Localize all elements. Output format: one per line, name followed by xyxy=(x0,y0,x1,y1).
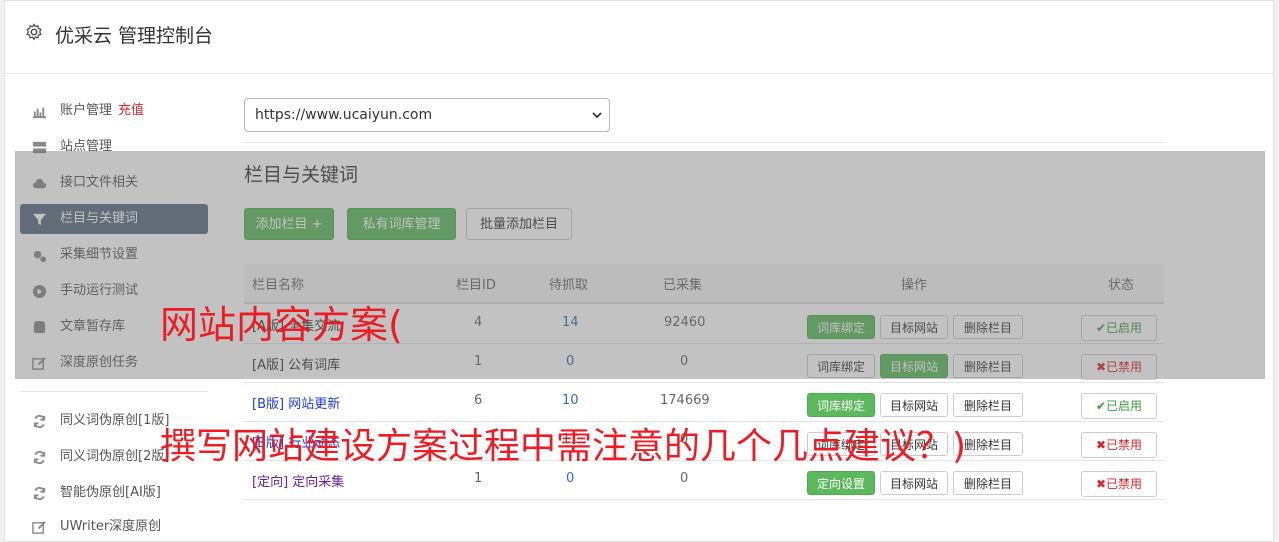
status-badge[interactable]: ✖已禁用 xyxy=(1081,432,1157,458)
refresh-icon xyxy=(33,486,46,501)
sidebar-item-ai-original[interactable]: 智能伪原创[AI版] xyxy=(20,478,208,508)
overlay-caption-line1: 网站内容方案( xyxy=(160,303,403,347)
status-badge[interactable]: ✔已启用 xyxy=(1081,393,1157,419)
refresh-icon xyxy=(33,450,46,465)
delete-column-button[interactable]: 删除栏目 xyxy=(953,471,1023,495)
site-select-value: https://www.ucaiyun.com xyxy=(255,107,433,123)
sidebar-item-label: 同义词伪原创[1版] xyxy=(60,413,170,428)
column-name[interactable]: [B版] 网站更新 xyxy=(252,393,340,412)
pending-count[interactable]: 0 xyxy=(566,471,574,486)
status-badge[interactable]: ✖已禁用 xyxy=(1081,471,1157,497)
bar-chart-icon xyxy=(32,107,47,119)
column-name[interactable]: [定向] 定向采集 xyxy=(252,471,344,490)
directed-settings-button[interactable]: 定向设置 xyxy=(807,471,875,495)
refresh-icon xyxy=(33,414,46,429)
close-icon: ✖ xyxy=(1095,477,1107,491)
sidebar-item-label: 账户管理 xyxy=(60,103,113,118)
sidebar-item-uwriter[interactable]: UWriter深度原创 xyxy=(20,512,208,542)
collected-count: 0 xyxy=(680,471,689,486)
check-icon: ✔ xyxy=(1095,399,1107,413)
column-id: 6 xyxy=(474,393,483,408)
overlay-caption-line2: 撰写网站建设方案过程中需注意的几个几点建议？) xyxy=(160,426,967,467)
sidebar-item-account[interactable]: 账户管理 充值 xyxy=(20,96,208,126)
sidebar-item-label: 智能伪原创[AI版] xyxy=(60,485,161,500)
page-title: 优采云 管理控制台 xyxy=(55,25,214,47)
sidebar-divider xyxy=(20,391,208,392)
edit-icon xyxy=(32,521,46,534)
gear-icon xyxy=(26,23,42,41)
sidebar-item-label: UWriter深度原创 xyxy=(60,519,162,534)
column-id: 1 xyxy=(474,471,483,486)
recharge-link[interactable]: 充值 xyxy=(118,103,144,118)
target-site-button[interactable]: 目标网站 xyxy=(880,393,948,417)
collected-count: 174669 xyxy=(660,393,710,408)
content-divider xyxy=(244,142,1164,143)
site-select[interactable]: https://www.ucaiyun.com xyxy=(244,98,610,132)
header: 优采云 管理控制台 xyxy=(5,1,1273,74)
close-icon: ✖ xyxy=(1095,438,1107,452)
chevron-down-icon xyxy=(592,112,602,119)
target-site-button[interactable]: 目标网站 xyxy=(880,471,948,495)
delete-column-button[interactable]: 删除栏目 xyxy=(953,393,1023,417)
pending-count[interactable]: 10 xyxy=(562,393,579,408)
bind-lexicon-button[interactable]: 词库绑定 xyxy=(807,393,875,417)
table-row: [B版] 网站更新 6 10 174669 词库绑定 目标网站 删除栏目 ✔已启… xyxy=(244,382,1164,422)
sidebar-item-label: 同义词伪原创[2版] xyxy=(60,449,170,464)
